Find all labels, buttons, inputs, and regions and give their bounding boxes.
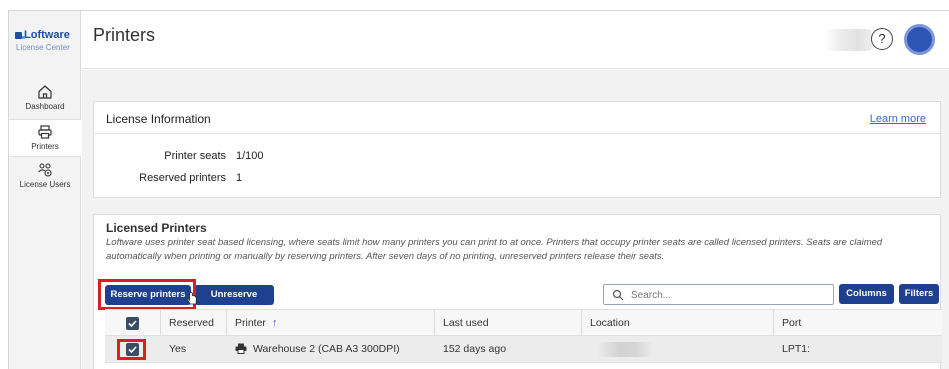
sort-ascending-icon: ↑ bbox=[271, 317, 278, 329]
filters-button[interactable]: Filters bbox=[899, 284, 939, 304]
reserved-printers-row: Reserved printers 1 bbox=[94, 172, 242, 184]
sidebar-item-label: Printers bbox=[31, 142, 59, 151]
logo-subtitle: License Center bbox=[16, 43, 70, 52]
sidebar-item-dashboard[interactable]: Dashboard bbox=[9, 84, 81, 111]
learn-more-link[interactable]: Learn more bbox=[870, 113, 926, 125]
license-information-card: License Information Learn more Printer s… bbox=[93, 101, 941, 198]
page-title: Printers bbox=[93, 25, 156, 45]
avatar[interactable] bbox=[904, 24, 935, 55]
select-all-cell bbox=[105, 310, 161, 337]
logo-title: Loftware bbox=[24, 29, 70, 41]
licensed-printers-card: Licensed Printers Loftware uses printer … bbox=[93, 214, 942, 369]
reserved-printers-label: Reserved printers bbox=[139, 172, 226, 184]
logo[interactable]: Loftware License Center bbox=[15, 29, 70, 52]
app-window: Loftware License Center Dashboard Printe… bbox=[8, 10, 949, 369]
licensing-description: Loftware uses printer seat based licensi… bbox=[106, 237, 883, 262]
last-used-cell: 152 days ago bbox=[443, 343, 507, 355]
user-name-redacted bbox=[824, 29, 872, 51]
loftware-logo-icon bbox=[15, 31, 25, 39]
printer-seats-row: Printer seats 1/100 bbox=[94, 150, 264, 162]
search-input-box[interactable] bbox=[603, 284, 834, 305]
card-title: License Information bbox=[106, 112, 211, 126]
table-row[interactable]: Yes Warehouse 2 (CAB A3 300DPI) 152 days… bbox=[105, 336, 942, 363]
column-header-location[interactable]: Location bbox=[582, 310, 774, 337]
printer-icon bbox=[38, 125, 52, 139]
card-title: Licensed Printers bbox=[106, 221, 207, 235]
column-header-port[interactable]: Port bbox=[774, 310, 942, 337]
location-redacted bbox=[597, 342, 653, 357]
sidebar-item-license-users[interactable]: License Users bbox=[9, 162, 81, 189]
sidebar: Loftware License Center Dashboard Printe… bbox=[9, 11, 81, 369]
logo-title-row: Loftware bbox=[15, 29, 70, 41]
search-icon bbox=[612, 289, 624, 301]
column-header-label: Printer bbox=[235, 317, 266, 329]
sidebar-item-printers[interactable]: Printers bbox=[9, 119, 81, 157]
printer-icon bbox=[235, 343, 247, 354]
printer-seats-label: Printer seats bbox=[164, 150, 226, 162]
column-header-printer[interactable]: Printer ↑ bbox=[227, 310, 435, 337]
hand-cursor-icon bbox=[186, 292, 197, 305]
printer-name: Warehouse 2 (CAB A3 300DPI) bbox=[253, 343, 400, 355]
users-icon bbox=[38, 163, 52, 177]
license-information-header: License Information Learn more bbox=[94, 102, 940, 134]
reserved-printers-value: 1 bbox=[236, 172, 243, 184]
checkmark-icon bbox=[128, 320, 137, 328]
printer-seats-value: 1/100 bbox=[236, 150, 264, 162]
table-header-row: Reserved Printer ↑ Last used Location Por… bbox=[105, 309, 942, 337]
top-header: Printers ? bbox=[82, 11, 949, 69]
sidebar-item-label: License Users bbox=[19, 180, 71, 189]
row-select-cell bbox=[105, 336, 161, 363]
printer-cell: Warehouse 2 (CAB A3 300DPI) bbox=[227, 336, 435, 363]
sidebar-item-label: Dashboard bbox=[25, 102, 65, 111]
highlight-box bbox=[98, 279, 196, 310]
columns-button[interactable]: Columns bbox=[839, 284, 894, 304]
port-cell: LPT1: bbox=[782, 343, 811, 355]
column-header-reserved[interactable]: Reserved bbox=[161, 310, 227, 337]
location-cell bbox=[582, 336, 774, 363]
column-header-last-used[interactable]: Last used bbox=[435, 310, 582, 337]
search-input[interactable] bbox=[631, 288, 826, 302]
reserved-cell: Yes bbox=[169, 343, 187, 355]
home-icon bbox=[38, 85, 52, 99]
main-content: License Information Learn more Printer s… bbox=[82, 70, 949, 369]
help-icon[interactable]: ? bbox=[871, 28, 893, 50]
unreserve-printers-button[interactable]: Unreserve printers bbox=[194, 285, 274, 320]
highlight-box bbox=[117, 339, 146, 360]
select-all-checkbox[interactable] bbox=[126, 317, 139, 330]
